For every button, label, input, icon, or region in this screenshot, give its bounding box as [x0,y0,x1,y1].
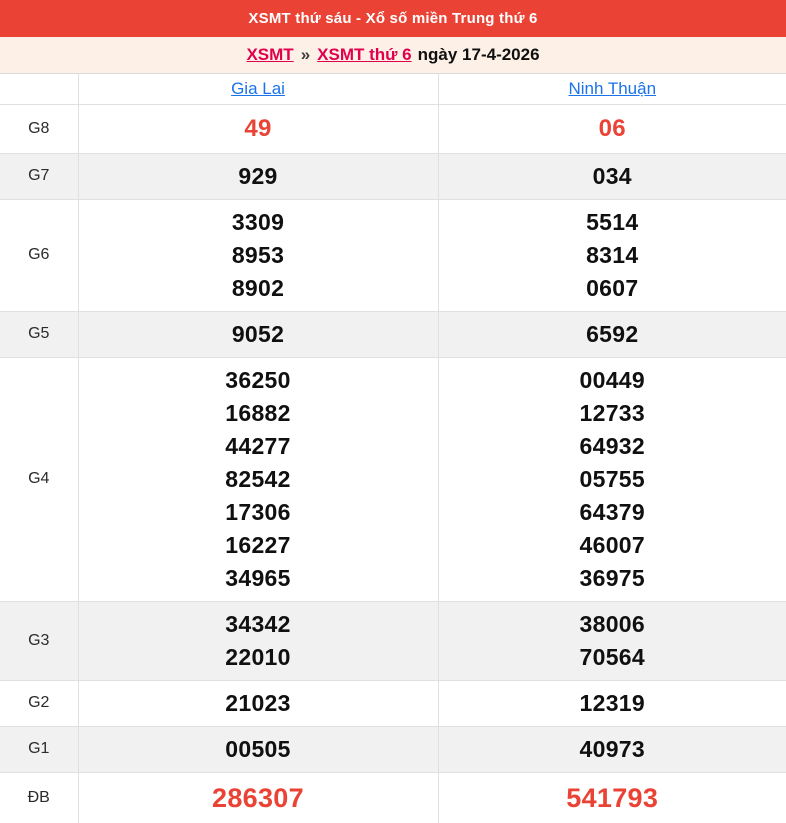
prize-number: 12733 [439,397,786,430]
prize-label: G7 [0,153,78,199]
prize-numbers-cell: 286307 [78,772,438,823]
prize-numbers-cell: 3800670564 [438,601,786,680]
prize-number: 00505 [79,733,438,766]
prize-numbers-cell: 36250168824427782542173061622734965 [78,357,438,601]
prize-number: 34965 [79,562,438,595]
prize-number: 06 [439,111,786,147]
prize-numbers-cell: 541793 [438,772,786,823]
prize-number: 40973 [439,733,786,766]
prize-label: G5 [0,311,78,357]
prize-number: 286307 [79,779,438,817]
prize-number: 36975 [439,562,786,595]
page-header: XSMT thứ sáu - Xổ số miền Trung thứ 6 [0,0,786,37]
province-header-cell: Gia Lai [78,74,438,104]
prize-numbers-cell: 00449127336493205755643794600736975 [438,357,786,601]
breadcrumb-link-xsmt[interactable]: XSMT [246,45,293,65]
province-header-cell: Ninh Thuận [438,74,786,104]
prize-label: G8 [0,104,78,153]
prize-number: 541793 [439,779,786,817]
prize-row-g2: G22102312319 [0,680,786,726]
prize-numbers-cell: 00505 [78,726,438,772]
breadcrumb-date: ngày 17-4-2026 [418,45,540,65]
prize-number: 16882 [79,397,438,430]
prize-number: 12319 [439,687,786,720]
prize-label: G2 [0,680,78,726]
breadcrumb-separator: » [301,45,310,65]
prize-row-g1: G10050540973 [0,726,786,772]
prize-number: 8314 [439,239,786,272]
prize-number: 70564 [439,641,786,674]
province-link-gia-lai[interactable]: Gia Lai [231,79,285,98]
prize-number: 929 [79,160,438,193]
lottery-results-table: Gia Lai Ninh Thuận G84906G7929034G633098… [0,74,786,823]
prize-number: 8953 [79,239,438,272]
prize-number: 3309 [79,206,438,239]
prize-number: 6592 [439,318,786,351]
prize-number: 00449 [439,364,786,397]
prize-number: 22010 [79,641,438,674]
prize-row-đb: ĐB286307541793 [0,772,786,823]
prize-number: 38006 [439,608,786,641]
province-header-row: Gia Lai Ninh Thuận [0,74,786,104]
prize-number: 44277 [79,430,438,463]
prize-row-g5: G590526592 [0,311,786,357]
breadcrumb: XSMT » XSMT thứ 6 ngày 17-4-2026 [0,37,786,74]
prize-row-g4: G436250168824427782542173061622734965004… [0,357,786,601]
prize-numbers-cell: 40973 [438,726,786,772]
prize-label: ĐB [0,772,78,823]
prize-number: 17306 [79,496,438,529]
prize-number: 64932 [439,430,786,463]
prize-number: 0607 [439,272,786,305]
prize-numbers-cell: 06 [438,104,786,153]
prize-number: 34342 [79,608,438,641]
prize-number: 9052 [79,318,438,351]
prize-row-g6: G6330989538902551483140607 [0,199,786,311]
prize-numbers-cell: 3434222010 [78,601,438,680]
prize-number: 8902 [79,272,438,305]
prize-numbers-cell: 551483140607 [438,199,786,311]
province-link-ninh-thuan[interactable]: Ninh Thuận [568,79,656,98]
prize-row-g8: G84906 [0,104,786,153]
prize-label: G6 [0,199,78,311]
prize-numbers-cell: 12319 [438,680,786,726]
prize-numbers-cell: 21023 [78,680,438,726]
prize-number: 82542 [79,463,438,496]
prize-number: 36250 [79,364,438,397]
prize-label: G3 [0,601,78,680]
results-table-body: Gia Lai Ninh Thuận G84906G7929034G633098… [0,74,786,823]
prize-label: G1 [0,726,78,772]
prize-number: 21023 [79,687,438,720]
prize-label: G4 [0,357,78,601]
prize-numbers-cell: 929 [78,153,438,199]
prize-numbers-cell: 034 [438,153,786,199]
prize-number: 46007 [439,529,786,562]
prize-number: 5514 [439,206,786,239]
prize-number: 49 [79,111,438,147]
prize-number: 05755 [439,463,786,496]
prize-number: 034 [439,160,786,193]
prize-numbers-cell: 330989538902 [78,199,438,311]
breadcrumb-link-xsmt-thu-6[interactable]: XSMT thứ 6 [317,45,411,65]
prize-label-header-cell [0,74,78,104]
prize-numbers-cell: 6592 [438,311,786,357]
prize-number: 16227 [79,529,438,562]
page-title: XSMT thứ sáu - Xổ số miền Trung thứ 6 [248,10,537,27]
prize-numbers-cell: 49 [78,104,438,153]
prize-numbers-cell: 9052 [78,311,438,357]
prize-row-g3: G334342220103800670564 [0,601,786,680]
prize-number: 64379 [439,496,786,529]
prize-row-g7: G7929034 [0,153,786,199]
